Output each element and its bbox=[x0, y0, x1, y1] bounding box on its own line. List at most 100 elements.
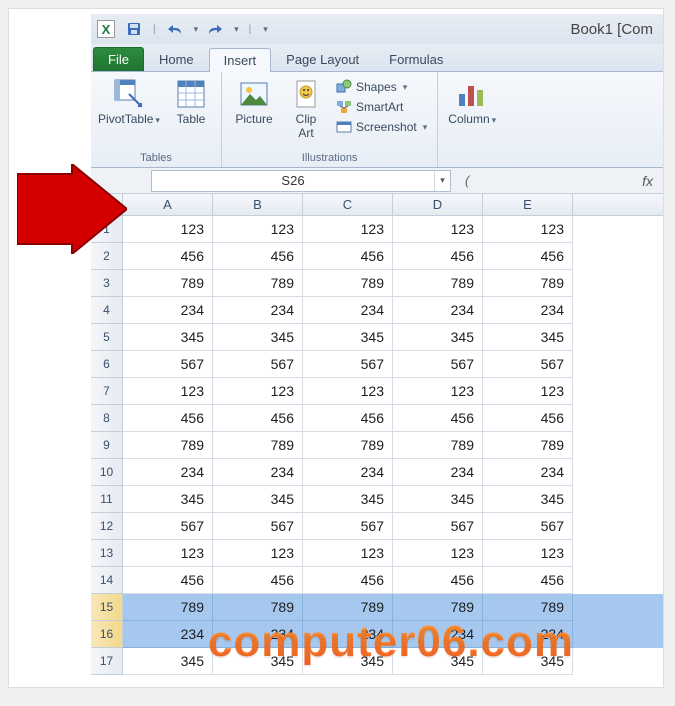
cell[interactable]: 234 bbox=[303, 621, 393, 648]
cell[interactable]: 456 bbox=[393, 243, 483, 270]
cell[interactable]: 123 bbox=[123, 540, 213, 567]
cell[interactable]: 234 bbox=[393, 297, 483, 324]
tab-page-layout[interactable]: Page Layout bbox=[271, 47, 374, 71]
cell[interactable]: 567 bbox=[483, 513, 573, 540]
cell[interactable]: 789 bbox=[213, 432, 303, 459]
cell[interactable]: 567 bbox=[213, 351, 303, 378]
cell[interactable]: 123 bbox=[213, 216, 303, 243]
tab-home[interactable]: Home bbox=[144, 47, 209, 71]
fx-label[interactable]: fx bbox=[642, 173, 653, 189]
row-header[interactable]: 4 bbox=[91, 297, 123, 324]
column-header[interactable]: A bbox=[123, 194, 213, 215]
row-header[interactable]: 10 bbox=[91, 459, 123, 486]
cell[interactable]: 123 bbox=[303, 216, 393, 243]
cell[interactable]: 345 bbox=[483, 648, 573, 675]
cell[interactable]: 789 bbox=[393, 270, 483, 297]
cell[interactable]: 789 bbox=[303, 432, 393, 459]
cell[interactable]: 123 bbox=[393, 216, 483, 243]
cell[interactable]: 123 bbox=[123, 378, 213, 405]
cell[interactable]: 567 bbox=[393, 351, 483, 378]
cell[interactable]: 234 bbox=[303, 297, 393, 324]
cell[interactable]: 567 bbox=[483, 351, 573, 378]
cell[interactable]: 789 bbox=[213, 594, 303, 621]
cell[interactable]: 456 bbox=[483, 567, 573, 594]
cell[interactable]: 567 bbox=[213, 513, 303, 540]
cell[interactable]: 567 bbox=[303, 513, 393, 540]
cell[interactable]: 345 bbox=[213, 324, 303, 351]
column-header[interactable]: D bbox=[393, 194, 483, 215]
redo-dropdown-icon[interactable]: ▾ bbox=[234, 24, 239, 35]
cell[interactable]: 456 bbox=[393, 567, 483, 594]
tab-insert[interactable]: Insert bbox=[209, 48, 272, 72]
cell[interactable]: 789 bbox=[483, 432, 573, 459]
row-header[interactable]: 15 bbox=[91, 594, 123, 621]
cell[interactable]: 234 bbox=[213, 459, 303, 486]
cell[interactable]: 234 bbox=[393, 459, 483, 486]
cell[interactable]: 345 bbox=[303, 486, 393, 513]
row-header[interactable]: 7 bbox=[91, 378, 123, 405]
cell[interactable]: 123 bbox=[303, 378, 393, 405]
cell[interactable]: 789 bbox=[213, 270, 303, 297]
cell[interactable]: 123 bbox=[213, 378, 303, 405]
cell[interactable]: 789 bbox=[483, 270, 573, 297]
cell[interactable]: 567 bbox=[303, 351, 393, 378]
cell[interactable]: 234 bbox=[123, 621, 213, 648]
cell[interactable]: 456 bbox=[123, 405, 213, 432]
pivottable-button[interactable]: PivotTable▾ bbox=[97, 74, 161, 126]
cell[interactable]: 123 bbox=[393, 540, 483, 567]
cell[interactable]: 789 bbox=[123, 432, 213, 459]
cell[interactable]: 345 bbox=[303, 324, 393, 351]
cell[interactable]: 789 bbox=[123, 594, 213, 621]
tab-formulas[interactable]: Formulas bbox=[374, 47, 458, 71]
name-box[interactable]: S26 ▾ bbox=[151, 170, 451, 192]
row-header[interactable]: 11 bbox=[91, 486, 123, 513]
cell[interactable]: 234 bbox=[483, 621, 573, 648]
cell[interactable]: 234 bbox=[123, 459, 213, 486]
row-header[interactable]: 9 bbox=[91, 432, 123, 459]
row-header[interactable]: 16 bbox=[91, 621, 123, 648]
cell[interactable]: 234 bbox=[303, 459, 393, 486]
smartart-button[interactable]: SmartArt bbox=[332, 98, 431, 116]
cell[interactable]: 789 bbox=[393, 594, 483, 621]
cell[interactable]: 345 bbox=[213, 648, 303, 675]
column-chart-button[interactable]: Column▾ bbox=[444, 74, 500, 126]
row-header[interactable]: 17 bbox=[91, 648, 123, 675]
cell[interactable]: 456 bbox=[123, 243, 213, 270]
cell[interactable]: 456 bbox=[303, 567, 393, 594]
cell[interactable]: 123 bbox=[393, 378, 483, 405]
cell[interactable]: 567 bbox=[393, 513, 483, 540]
column-header[interactable]: E bbox=[483, 194, 573, 215]
cell[interactable]: 456 bbox=[483, 243, 573, 270]
cell[interactable]: 345 bbox=[483, 324, 573, 351]
tab-file[interactable]: File bbox=[93, 47, 144, 71]
cell[interactable]: 123 bbox=[483, 540, 573, 567]
row-header[interactable]: 5 bbox=[91, 324, 123, 351]
cell[interactable]: 234 bbox=[393, 621, 483, 648]
cell[interactable]: 345 bbox=[393, 486, 483, 513]
cell[interactable]: 456 bbox=[123, 567, 213, 594]
cell[interactable]: 345 bbox=[213, 486, 303, 513]
cell[interactable]: 123 bbox=[483, 216, 573, 243]
save-button[interactable] bbox=[125, 20, 143, 38]
cell[interactable]: 567 bbox=[123, 351, 213, 378]
cell[interactable]: 567 bbox=[123, 513, 213, 540]
screenshot-button[interactable]: Screenshot▾ bbox=[332, 118, 431, 136]
cell[interactable]: 789 bbox=[303, 594, 393, 621]
cell[interactable]: 345 bbox=[123, 486, 213, 513]
cell[interactable]: 345 bbox=[483, 486, 573, 513]
clipart-button[interactable]: Clip Art bbox=[286, 74, 326, 140]
picture-button[interactable]: Picture bbox=[228, 74, 280, 126]
fx-icon[interactable]: ( bbox=[465, 173, 469, 188]
row-header[interactable]: 13 bbox=[91, 540, 123, 567]
cell[interactable]: 234 bbox=[483, 459, 573, 486]
cell[interactable]: 789 bbox=[303, 270, 393, 297]
app-icon[interactable]: X bbox=[97, 20, 115, 38]
cell[interactable]: 234 bbox=[213, 621, 303, 648]
cell[interactable]: 456 bbox=[213, 567, 303, 594]
cell[interactable]: 234 bbox=[123, 297, 213, 324]
name-box-dropdown-icon[interactable]: ▾ bbox=[434, 171, 450, 191]
cell[interactable]: 789 bbox=[483, 594, 573, 621]
cell[interactable]: 345 bbox=[123, 648, 213, 675]
cell[interactable]: 123 bbox=[303, 540, 393, 567]
cell[interactable]: 345 bbox=[393, 324, 483, 351]
